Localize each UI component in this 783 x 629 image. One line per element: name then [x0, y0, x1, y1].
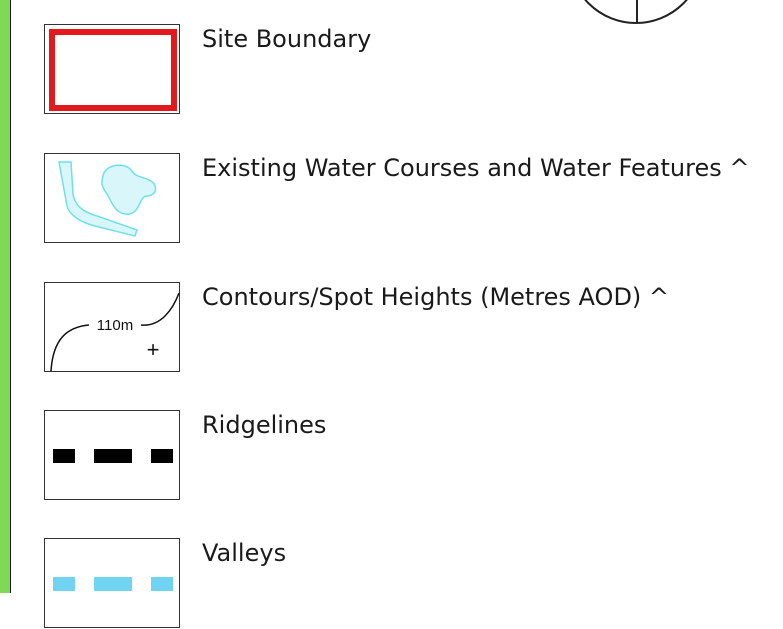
map-edge: [0, 0, 11, 593]
ridgelines-swatch: [44, 410, 180, 500]
legend-label-contours: Contours/Spot Heights (Metres AOD) ^: [202, 283, 670, 311]
site-boundary-swatch: [44, 24, 180, 114]
legend-label-water-courses: Existing Water Courses and Water Feature…: [202, 154, 750, 182]
legend-label-ridgelines: Ridgelines: [202, 411, 327, 439]
legend-label-site-boundary: Site Boundary: [202, 25, 372, 53]
contours-swatch: 110m +: [44, 282, 180, 372]
valleys-swatch: [44, 538, 180, 628]
water-features-swatch: [44, 153, 180, 243]
north-arrow-needle: [636, 0, 638, 22]
north-arrow-icon: [568, 0, 704, 24]
spot-height-icon: +: [147, 337, 160, 362]
contour-label: 110m: [97, 317, 133, 334]
legend-label-valleys: Valleys: [202, 539, 287, 567]
